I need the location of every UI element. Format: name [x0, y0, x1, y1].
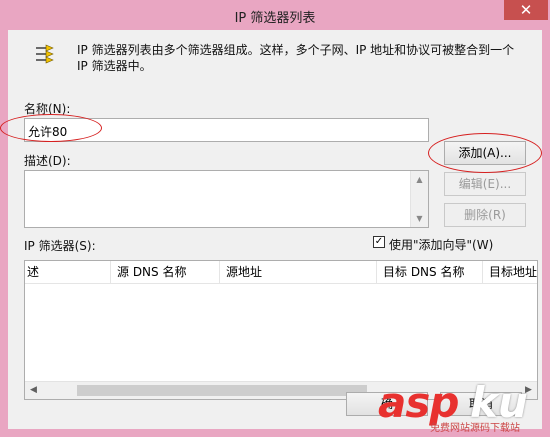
add-button[interactable]: 添加(A)... — [444, 141, 526, 165]
window-title: IP 筛选器列表 — [234, 11, 316, 26]
name-field[interactable]: 允许80 — [24, 118, 429, 142]
column-dest-address[interactable]: 目标地址 — [483, 261, 537, 283]
wizard-checkbox[interactable]: ✓ — [373, 236, 385, 248]
dialog-window: IP 筛选器列表 ✕ IP 筛选器列表由多个筛选器组成。这样，多个子网、IP 地… — [0, 0, 550, 437]
scroll-up-icon[interactable]: ▲ — [411, 171, 428, 188]
watermark-logo: asp ku 免费网站源码下载站 — [378, 378, 548, 436]
scroll-left-icon[interactable]: ◀ — [25, 382, 42, 399]
scroll-down-icon[interactable]: ▼ — [411, 210, 428, 227]
description-label: 描述(D): — [24, 154, 71, 168]
column-source-address[interactable]: 源地址 — [220, 261, 377, 283]
filter-list-icon — [36, 44, 54, 64]
scroll-thumb[interactable] — [77, 385, 367, 396]
column-dest-dns[interactable]: 目标 DNS 名称 — [377, 261, 483, 283]
intro-text: IP 筛选器列表由多个筛选器组成。这样，多个子网、IP 地址和协议可被整合到一个… — [77, 43, 515, 73]
filters-label: IP 筛选器(S): — [24, 239, 96, 253]
remove-button[interactable]: 删除(R) — [444, 203, 526, 227]
wizard-label[interactable]: 使用"添加向导"(W) — [389, 236, 493, 253]
watermark-subtitle: 免费网站源码下载站 — [430, 423, 520, 434]
description-scrollbar[interactable]: ▲ ▼ — [410, 171, 428, 227]
column-source-dns[interactable]: 源 DNS 名称 — [111, 261, 220, 283]
name-label: 名称(N): — [24, 102, 71, 116]
name-value: 允许80 — [28, 125, 68, 139]
dialog-client: IP 筛选器列表由多个筛选器组成。这样，多个子网、IP 地址和协议可被整合到一个… — [8, 30, 542, 429]
edit-button[interactable]: 编辑(E)... — [444, 172, 526, 196]
title-bar[interactable]: IP 筛选器列表 ✕ — [0, 0, 550, 30]
description-field[interactable]: ▲ ▼ — [24, 170, 429, 228]
close-button[interactable]: ✕ — [504, 0, 548, 20]
column-description[interactable]: 述 — [25, 261, 111, 283]
list-header: 述 源 DNS 名称 源地址 目标 DNS 名称 目标地址 — [25, 261, 537, 284]
